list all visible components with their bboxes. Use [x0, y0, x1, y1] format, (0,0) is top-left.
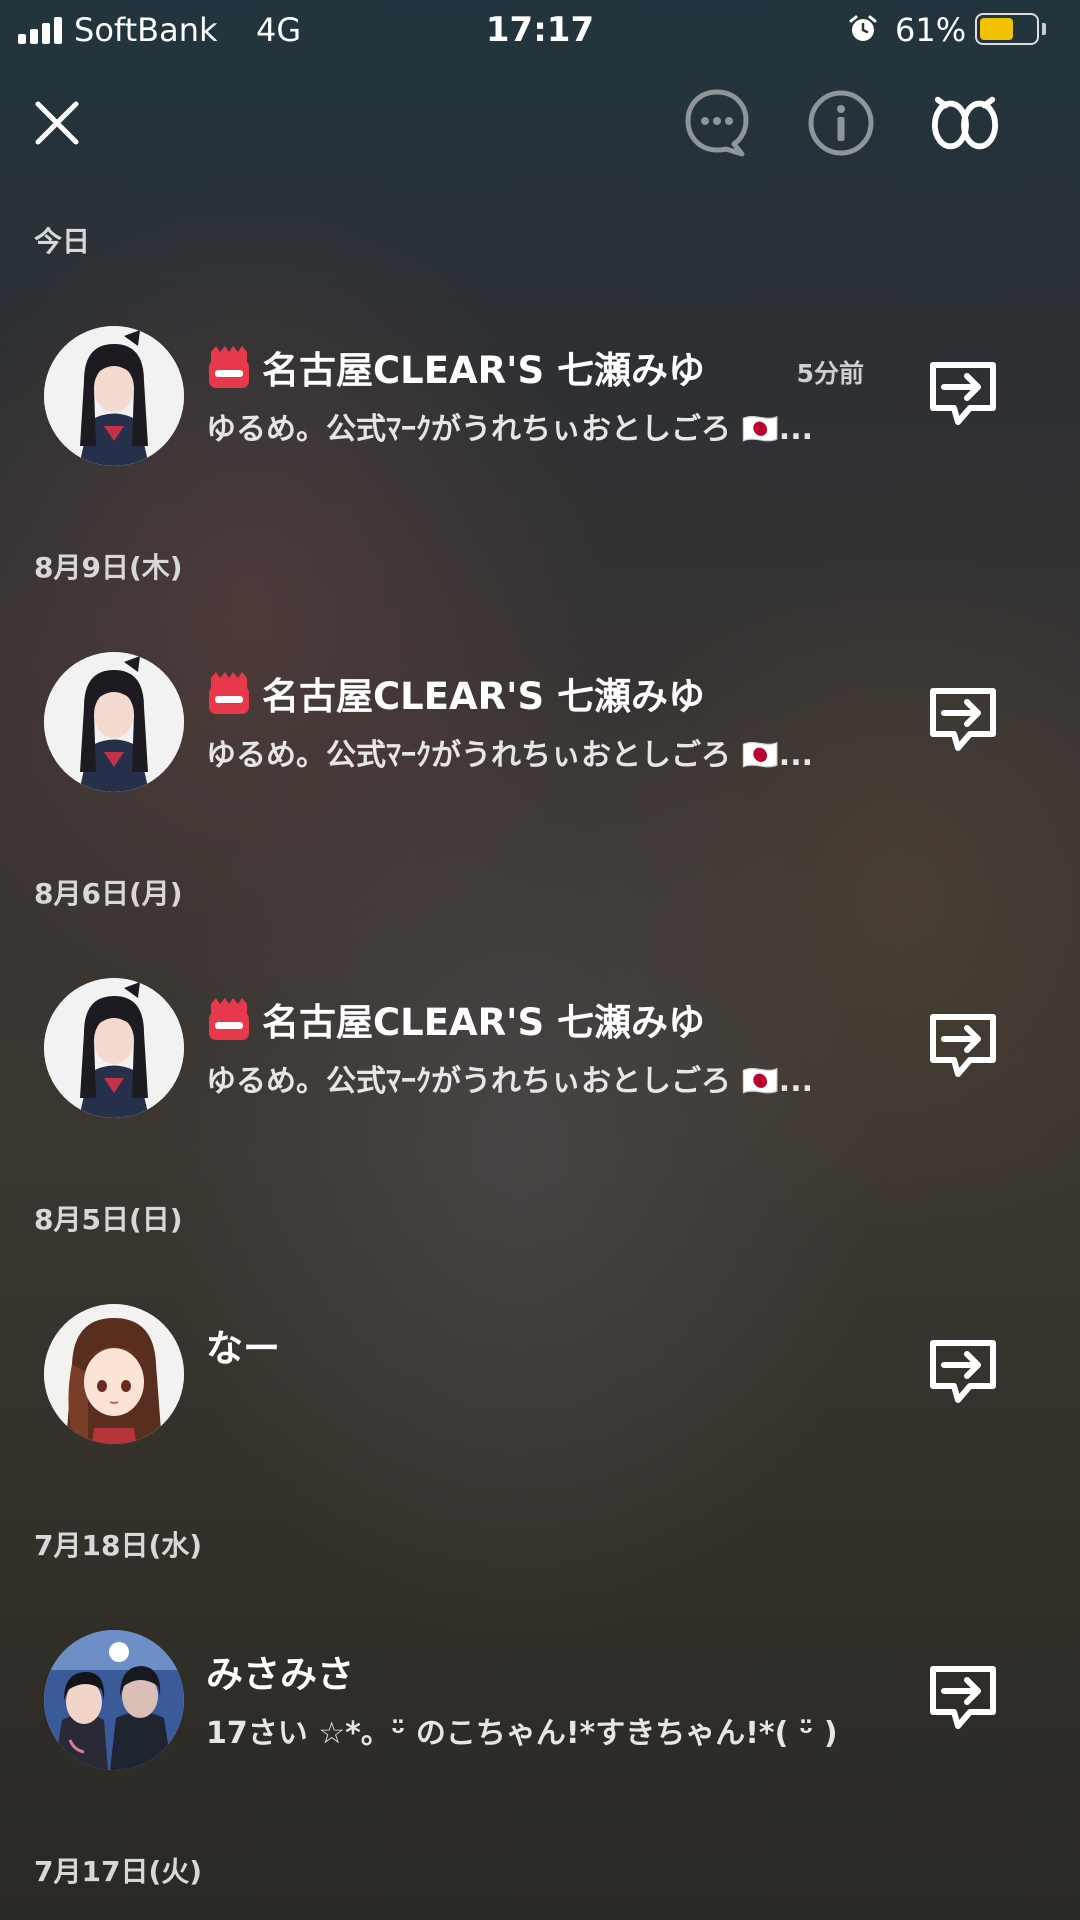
battery-nub [1042, 23, 1046, 35]
message-preview: ゆるめ。公式ﾏｰｸがうれちぃおとしごろ 🇯🇵... [206, 412, 813, 447]
date-header: 今日 [34, 225, 91, 258]
item-title: なー [206, 1318, 280, 1372]
live-badge-icon [209, 998, 249, 1040]
avatar-image [44, 978, 184, 1118]
date-header: 7月18日(水) [34, 1529, 203, 1562]
list-item[interactable]: 名古屋CLEAR'S 七瀬みゆ ゆるめ。公式ﾏｰｸがうれちぃおとしごろ 🇯🇵..… [0, 652, 1080, 802]
reply-icon[interactable] [928, 1338, 998, 1408]
list-item[interactable]: みさみさ 17さい ☆*。ᵕ̈ のこちゃん!*すきちゃん!*( ᵕ̈ ) [0, 1630, 1080, 1780]
reply-icon[interactable] [928, 1664, 998, 1734]
message-preview: ゆるめ。公式ﾏｰｸがうれちぃおとしごろ 🇯🇵... [206, 1064, 813, 1099]
list-item[interactable]: 名古屋CLEAR'S 七瀬みゆ 5分前 ゆるめ。公式ﾏｰｸがうれちぃおとしごろ … [0, 326, 1080, 476]
info-icon [808, 90, 874, 156]
item-title: 名古屋CLEAR'S 七瀬みゆ [206, 992, 705, 1046]
close-icon [35, 101, 79, 145]
item-title: 名古屋CLEAR'S 七瀬みゆ [206, 666, 705, 720]
top-bar [0, 62, 1080, 182]
avatar[interactable] [44, 978, 184, 1118]
alarm-clock-icon [849, 15, 877, 41]
reply-icon[interactable] [928, 360, 998, 430]
avatar-image [44, 1304, 184, 1444]
timestamp: 5分前 [796, 359, 864, 388]
message-preview: 17さい ☆*。ᵕ̈ のこちゃん!*すきちゃん!*( ᵕ̈ ) [206, 1716, 838, 1751]
eyes-icon [931, 96, 999, 150]
battery-percent: 61% [895, 11, 967, 49]
date-header: 7月17日(火) [34, 1855, 203, 1888]
chat-bubble-icon [685, 89, 749, 157]
status-bar: SoftBank 4G 17:17 61% [0, 0, 1080, 62]
avatar[interactable] [44, 326, 184, 466]
user-name: 名古屋CLEAR'S 七瀬みゆ [262, 675, 705, 718]
list-item[interactable]: 名古屋CLEAR'S 七瀬みゆ ゆるめ。公式ﾏｰｸがうれちぃおとしごろ 🇯🇵..… [0, 978, 1080, 1128]
info-button[interactable] [806, 88, 876, 158]
avatar[interactable] [44, 1630, 184, 1770]
live-badge-icon [209, 672, 249, 714]
message-preview: ゆるめ。公式ﾏｰｸがうれちぃおとしごろ 🇯🇵... [206, 738, 813, 773]
live-badge-icon [209, 346, 249, 388]
reply-icon[interactable] [928, 1012, 998, 1082]
date-header: 8月6日(月) [34, 877, 183, 910]
user-name: なー [206, 1327, 280, 1370]
reply-icon[interactable] [928, 686, 998, 756]
chat-button[interactable] [682, 88, 752, 158]
avatar-image [44, 326, 184, 466]
avatar[interactable] [44, 1304, 184, 1444]
user-name: みさみさ [206, 1653, 354, 1696]
item-title: みさみさ [206, 1644, 354, 1698]
avatar-image [44, 652, 184, 792]
user-name: 名古屋CLEAR'S 七瀬みゆ [262, 349, 705, 392]
item-title: 名古屋CLEAR'S 七瀬みゆ [206, 340, 705, 394]
close-button[interactable] [22, 88, 92, 158]
battery-level-fill [980, 18, 1013, 40]
battery-icon [975, 13, 1039, 45]
user-name: 名古屋CLEAR'S 七瀬みゆ [262, 1001, 705, 1044]
list-item[interactable]: なー [0, 1304, 1080, 1454]
date-header: 8月9日(木) [34, 551, 183, 584]
eyes-button[interactable] [930, 88, 1000, 158]
date-header: 8月5日(日) [34, 1203, 183, 1236]
avatar-image [44, 1630, 184, 1770]
avatar[interactable] [44, 652, 184, 792]
